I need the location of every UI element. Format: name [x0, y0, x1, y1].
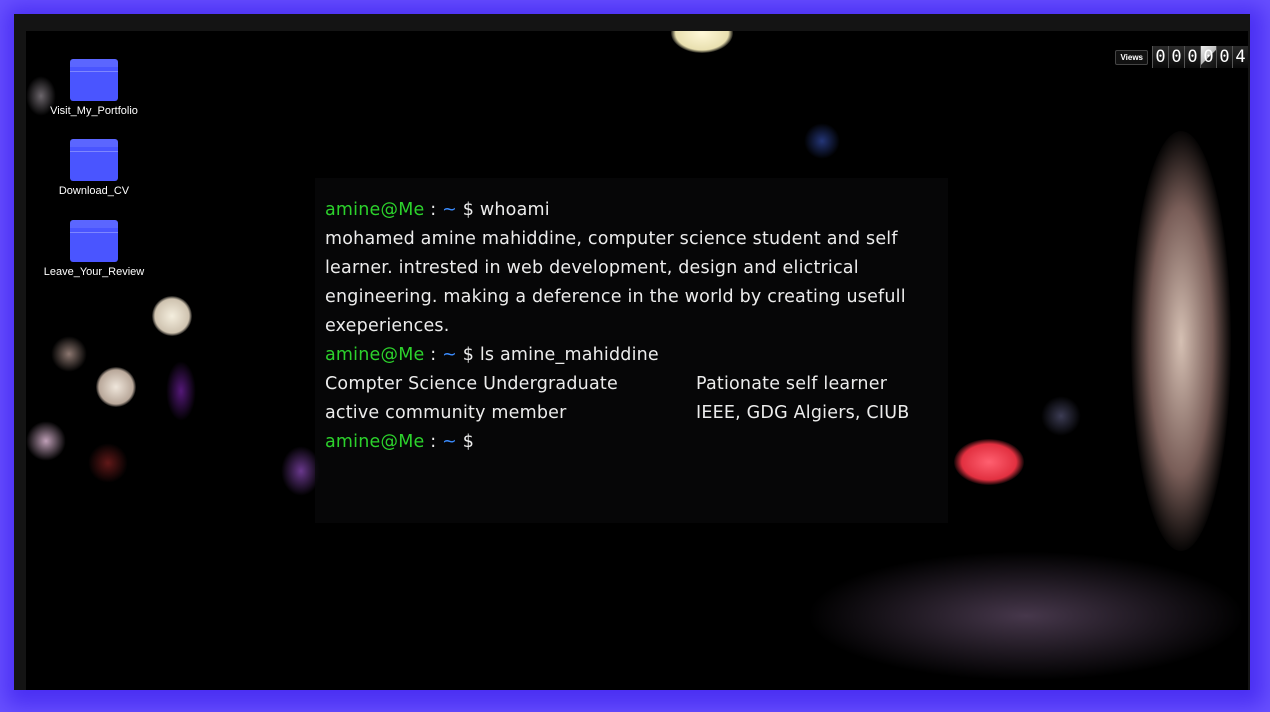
icon-label: Download_CV: [58, 185, 130, 197]
ls-item: Pationate self learner: [696, 374, 888, 394]
bokeh-light: [166, 361, 196, 421]
terminal-line-current[interactable]: amine@Me : ~ $: [325, 428, 940, 457]
bokeh-light: [88, 443, 128, 483]
ls-item: IEEE, GDG Algiers, CIUB: [696, 403, 910, 423]
ls-item: active community member: [325, 403, 567, 423]
prompt-path: ~: [442, 200, 457, 220]
counter-digit: 0: [1152, 46, 1168, 68]
bokeh-light: [804, 123, 840, 159]
terminal-output: amine@Me : ~ $ whoami mohamed amine mahi…: [325, 196, 940, 457]
browser-window: Visit_My_Portfolio Download_CV Leave_You…: [14, 14, 1250, 690]
prompt-separator: :: [430, 432, 437, 452]
views-label: Views: [1115, 49, 1148, 65]
desktop-icon-portfolio[interactable]: Visit_My_Portfolio: [39, 59, 149, 117]
command-text: whoami: [479, 200, 550, 220]
folder-icon: [70, 220, 118, 262]
icon-label: Leave_Your_Review: [43, 266, 145, 278]
terminal-window[interactable]: amine@Me : ~ $ whoami mohamed amine mahi…: [315, 178, 948, 523]
counter-digit: 4: [1232, 46, 1248, 68]
bokeh-light: [152, 296, 192, 336]
terminal-line-cmd1: amine@Me : ~ $ whoami: [325, 196, 940, 225]
prompt-separator: :: [430, 200, 437, 220]
icon-label: Visit_My_Portfolio: [50, 105, 138, 117]
command-text: ls amine_mahiddine: [479, 345, 659, 365]
folder-icon: [70, 139, 118, 181]
ls-item: Compter Science Undergraduate: [325, 374, 618, 394]
bokeh-light: [26, 421, 66, 461]
counter-digit: 0: [1200, 46, 1216, 68]
desktop-icon-download-cv[interactable]: Download_CV: [39, 139, 149, 197]
prompt-symbol: $: [462, 432, 475, 452]
prompt-user: amine@Me: [325, 432, 425, 452]
bokeh-light: [1041, 396, 1081, 436]
prompt-user: amine@Me: [325, 345, 425, 365]
prompt-user: amine@Me: [325, 200, 425, 220]
counter-digit: 0: [1184, 46, 1200, 68]
desktop-background: Visit_My_Portfolio Download_CV Leave_You…: [26, 31, 1248, 690]
prompt-symbol: $: [462, 200, 475, 220]
bokeh-light: [51, 336, 87, 372]
bokeh-light: [96, 367, 136, 407]
ls-row: Compter Science Undergraduate Pationate …: [325, 370, 940, 399]
prompt-separator: :: [430, 345, 437, 365]
prompt-path: ~: [442, 432, 457, 452]
prompt-symbol: $: [462, 345, 475, 365]
views-counter: Views 0 0 0 0 0 4: [1115, 46, 1248, 68]
counter-digit: 0: [1216, 46, 1232, 68]
terminal-line-cmd2: amine@Me : ~ $ ls amine_mahiddine: [325, 341, 940, 370]
bokeh-light: [671, 31, 733, 53]
desktop-icon-leave-review[interactable]: Leave_Your_Review: [39, 220, 149, 278]
folder-icon: [70, 59, 118, 101]
prompt-path: ~: [442, 345, 457, 365]
ls-row: active community member IEEE, GDG Algier…: [325, 399, 940, 428]
bokeh-light: [806, 551, 1246, 681]
counter-digit: 0: [1168, 46, 1184, 68]
whoami-output: mohamed amine mahiddine, computer scienc…: [325, 229, 906, 336]
bokeh-light: [954, 439, 1024, 485]
bokeh-light: [1131, 131, 1231, 551]
